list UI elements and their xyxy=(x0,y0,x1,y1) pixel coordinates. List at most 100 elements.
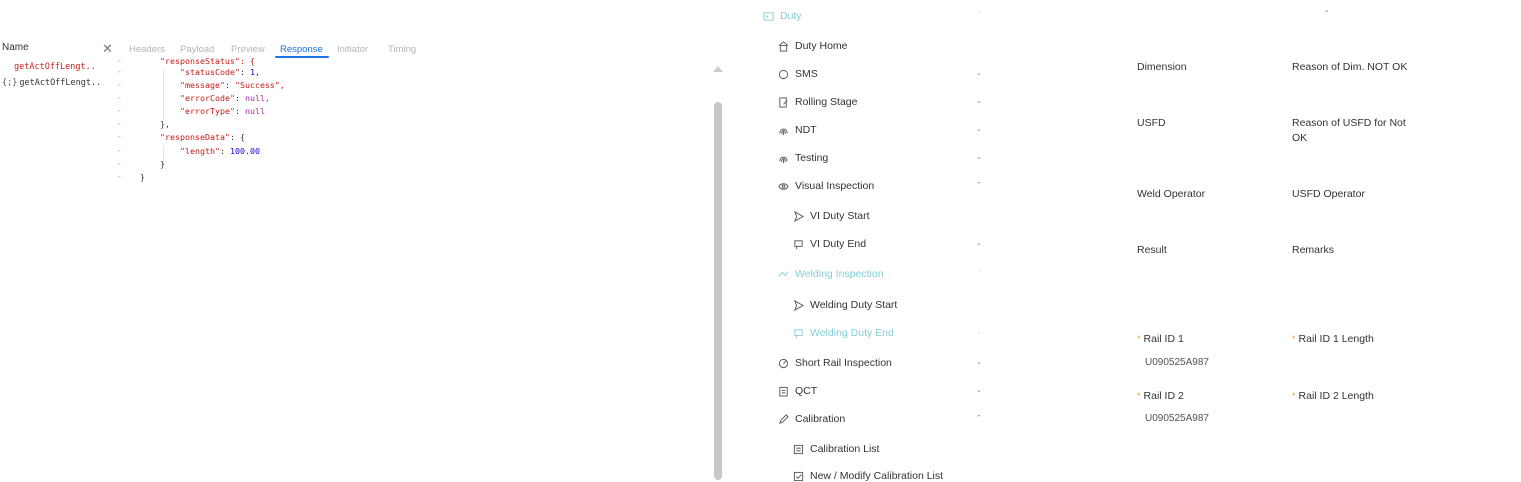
sidebar-item-label: Calibration xyxy=(795,413,846,425)
rail-id-2-label: * Rail ID 2 xyxy=(1137,390,1184,402)
code-line: "errorCode": null, xyxy=(180,93,270,103)
sidebar-item-qct[interactable]: QCT xyxy=(777,385,817,397)
sidebar-item-vi-duty-end[interactable]: VI Duty End xyxy=(792,238,866,250)
active-tab-indicator xyxy=(275,56,329,58)
sidebar-item-calibration[interactable]: Calibration xyxy=(777,413,845,425)
collapse-marker[interactable]: - xyxy=(117,93,122,102)
name-column-header: Name xyxy=(2,42,29,53)
collapse-marker[interactable]: - xyxy=(117,132,122,141)
request-row[interactable]: {;} getActOffLengt.. xyxy=(2,78,101,88)
scrollbar-thumb[interactable] xyxy=(714,102,722,480)
tab-payload[interactable]: Payload xyxy=(180,44,214,55)
close-icon[interactable]: ✕ xyxy=(102,41,113,57)
sidebar-item-new-modify-calibration-list[interactable]: New / Modify Calibration List xyxy=(792,470,943,482)
scroll-up-arrow[interactable] xyxy=(713,66,723,72)
sidebar-item-label: QCT xyxy=(795,385,818,397)
sidebar-item-label: Calibration List xyxy=(810,443,880,455)
collapse-marker[interactable]: - xyxy=(117,159,122,168)
gauge-icon xyxy=(777,357,790,369)
sidebar-item-label: Rolling Stage xyxy=(795,96,858,108)
clipboard-icon xyxy=(777,385,790,397)
collapse-marker[interactable]: - xyxy=(117,172,122,181)
collapse-marker[interactable]: - xyxy=(117,146,122,155)
reason-dim-label: Reason of Dim. NOT OK xyxy=(1292,61,1408,73)
collapse-marker[interactable]: - xyxy=(117,80,122,89)
chevron-down-icon[interactable]: ⌄ xyxy=(976,97,982,105)
sidebar-item-label: VI Duty Start xyxy=(810,210,870,222)
rail-id-1-length-label: * Rail ID 1 Length xyxy=(1292,333,1374,345)
sidebar-item-short-rail-inspection[interactable]: Short Rail Inspection xyxy=(777,357,892,369)
tab-preview[interactable]: Preview xyxy=(231,44,265,55)
tab-timing[interactable]: Timing xyxy=(388,44,416,55)
code-line: "length": 100.00 xyxy=(180,146,260,156)
duty-icon xyxy=(762,10,775,22)
sidebar-item-label: Visual Inspection xyxy=(795,180,875,192)
sidebar-item-label: NDT xyxy=(795,124,817,136)
request-name: getActOffLengt.. xyxy=(19,78,102,88)
home-icon xyxy=(777,40,790,52)
chevron-up-icon[interactable]: ⌃ xyxy=(976,10,982,18)
result-label: Result xyxy=(1137,244,1167,256)
sidebar-header-label: Duty xyxy=(780,10,802,22)
usfd-operator-label: USFD Operator xyxy=(1292,188,1365,200)
request-row[interactable]: getActOffLengt.. xyxy=(14,62,96,72)
sidebar-item-welding-duty-start[interactable]: Welding Duty Start xyxy=(792,299,897,311)
sidebar-item-vi-duty-start[interactable]: VI Duty Start xyxy=(792,210,870,222)
rail-id-1-value: U090525A987 xyxy=(1145,357,1209,368)
chevron-up-icon[interactable]: ⌃ xyxy=(976,181,982,189)
json-icon: {;} xyxy=(2,78,18,88)
remarks-label: Remarks xyxy=(1292,244,1335,256)
sidebar-item-ndt[interactable]: NDT xyxy=(777,124,817,136)
chevron-down-icon[interactable]: ⌄ xyxy=(976,125,982,133)
collapse-marker[interactable]: - xyxy=(117,56,122,65)
sidebar-item-rolling-stage[interactable]: Rolling Stage xyxy=(777,96,857,108)
chevron-up-icon[interactable]: ⌃ xyxy=(976,269,982,277)
required-mark: * xyxy=(1292,391,1296,401)
send-icon xyxy=(792,299,805,311)
sidebar-item-testing[interactable]: Testing xyxy=(777,152,828,164)
chevron-down-icon[interactable]: ⌄ xyxy=(976,239,982,247)
chevron-down-icon[interactable]: ⌄ xyxy=(976,328,982,336)
required-mark: * xyxy=(1137,334,1141,344)
request-name: getActOffLengt.. xyxy=(14,62,96,72)
usfd-label: USFD xyxy=(1137,117,1166,129)
collapse-marker[interactable]: - xyxy=(117,67,122,76)
tab-response[interactable]: Response xyxy=(280,44,323,55)
sidebar-item-label: VI Duty End xyxy=(810,238,867,250)
flag-icon xyxy=(792,327,805,339)
sidebar-item-label: Welding Duty Start xyxy=(810,299,898,311)
code-line: }, xyxy=(160,119,170,129)
sidebar-item-welding-inspection[interactable]: Welding Inspection xyxy=(777,268,884,280)
tab-headers[interactable]: Headers xyxy=(129,44,165,55)
sidebar-item-visual-inspection[interactable]: Visual Inspection xyxy=(777,180,874,192)
rail-id-2-length-label: * Rail ID 2 Length xyxy=(1292,390,1374,402)
rail-id-2-value: U090525A987 xyxy=(1145,413,1209,424)
sidebar-item-sms[interactable]: SMS xyxy=(777,68,818,80)
code-line: "errorType": null xyxy=(180,106,265,116)
sidebar-item-label: Welding Duty End xyxy=(810,327,894,339)
sidebar-item-calibration-list[interactable]: Calibration List xyxy=(792,443,879,455)
devtools-panel: Name ✕ getActOffLengt.. {;} getActOffLeng… xyxy=(0,0,730,480)
top-mark: - xyxy=(1325,6,1329,17)
collapse-marker[interactable]: - xyxy=(117,119,122,128)
tab-initiator[interactable]: Initiator xyxy=(337,44,368,55)
circle-icon xyxy=(777,68,790,80)
sidebar-item-welding-duty-end[interactable]: Welding Duty End xyxy=(792,327,894,339)
chevron-down-icon[interactable]: ⌄ xyxy=(976,153,982,161)
weld-operator-label: Weld Operator xyxy=(1137,188,1206,200)
sidebar-item-label: Duty Home xyxy=(795,40,848,52)
sidebar-item-label: New / Modify Calibration List xyxy=(810,470,944,482)
chevron-up-icon[interactable]: ⌃ xyxy=(976,414,982,422)
sidebar-header-duty[interactable]: Duty xyxy=(762,10,802,22)
pencil-icon xyxy=(777,413,790,425)
chevron-down-icon[interactable]: ⌄ xyxy=(976,358,982,366)
fingerprint-icon xyxy=(777,152,790,164)
sidebar-item-label: Welding Inspection xyxy=(795,268,884,280)
chevron-down-icon[interactable]: ⌄ xyxy=(976,69,982,77)
collapse-marker[interactable]: - xyxy=(117,106,122,115)
chevron-down-icon[interactable]: ⌄ xyxy=(976,386,982,394)
code-line: } xyxy=(160,159,165,169)
list-icon xyxy=(792,443,805,455)
sidebar-item-duty-home[interactable]: Duty Home xyxy=(777,40,848,52)
checklist-icon xyxy=(792,470,805,482)
